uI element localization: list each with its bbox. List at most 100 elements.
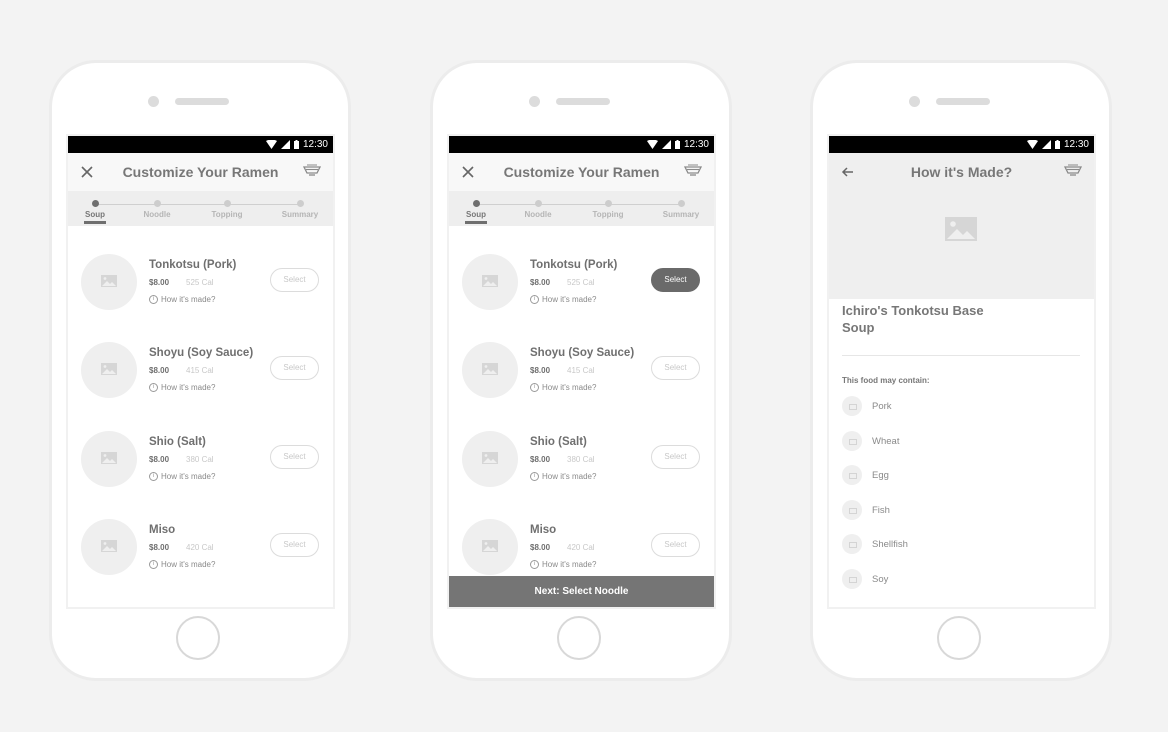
- soup-price: $8.00: [149, 278, 170, 287]
- image-placeholder-icon: [101, 540, 117, 552]
- speaker: [175, 98, 229, 105]
- ramen-bowl-icon[interactable]: [303, 164, 321, 178]
- home-button[interactable]: [557, 616, 601, 660]
- list-item: Shio (Salt) $8.00 380 Cal i How it's made…: [449, 431, 714, 491]
- status-bar: 12:30: [449, 136, 714, 153]
- soup-name: Tonkotsu (Pork): [149, 259, 237, 271]
- allergen-icon: [842, 500, 862, 520]
- ramen-bowl-icon[interactable]: [1064, 164, 1082, 178]
- soup-name: Miso: [530, 524, 557, 536]
- soup-image: [81, 342, 137, 398]
- list-item: Miso $8.00 420 Cal i How it's made? Selec…: [449, 519, 714, 579]
- app-bar: How it's Made?: [829, 153, 1094, 191]
- soup-name: Miso: [149, 524, 176, 536]
- soup-name: Shoyu (Soy Sauce): [149, 347, 254, 359]
- screen-customize-selected: 12:30 Customize Your Ramen Soup Noodle T…: [449, 136, 714, 607]
- how-its-made-link[interactable]: i How it's made?: [530, 472, 596, 481]
- select-button[interactable]: Select: [270, 268, 319, 292]
- camera: [909, 96, 920, 107]
- soup-price: $8.00: [530, 366, 551, 375]
- allergen-icon: [842, 396, 862, 416]
- how-its-made-link[interactable]: i How it's made?: [530, 560, 596, 569]
- soup-detail-title: Ichiro's Tonkotsu Base Soup: [842, 303, 984, 335]
- step-summary[interactable]: Summary: [270, 200, 330, 219]
- step-soup[interactable]: Soup: [449, 200, 506, 224]
- home-button[interactable]: [937, 616, 981, 660]
- status-time: 12:30: [683, 139, 709, 150]
- screen-how-its-made: 12:30 How it's Made? Ichiro's Tonkotsu B…: [829, 136, 1094, 607]
- select-button[interactable]: Select: [270, 445, 319, 469]
- soup-calories: 380 Cal: [186, 455, 214, 464]
- battery-icon: [674, 140, 680, 149]
- signal-icon: [661, 140, 671, 149]
- allergen-item: Egg: [842, 465, 889, 485]
- allergen-icon: [842, 431, 862, 451]
- soup-image: [81, 254, 137, 310]
- wifi-icon: [265, 140, 277, 149]
- select-button-selected[interactable]: Select: [651, 268, 700, 292]
- how-its-made-link[interactable]: i How it's made?: [530, 383, 596, 392]
- status-time: 12:30: [1063, 139, 1089, 150]
- soup-name: Shio (Salt): [530, 436, 587, 448]
- ramen-bowl-icon[interactable]: [684, 164, 702, 178]
- how-its-made-link[interactable]: i How it's made?: [149, 560, 215, 569]
- select-button[interactable]: Select: [651, 533, 700, 557]
- phone-frame-2: 12:30 Customize Your Ramen Soup Noodle T…: [433, 63, 729, 678]
- progress-stepper: Soup Noodle Topping Summary: [68, 191, 333, 226]
- step-topping[interactable]: Topping: [197, 200, 257, 219]
- soup-calories: 525 Cal: [567, 278, 595, 287]
- allergen-item: Fish: [842, 500, 890, 520]
- soup-price: $8.00: [149, 455, 170, 464]
- step-soup[interactable]: Soup: [68, 200, 125, 224]
- how-its-made-link[interactable]: i How it's made?: [149, 295, 215, 304]
- soup-image: [462, 254, 518, 310]
- allergen-item: Pork: [842, 396, 892, 416]
- soup-image: [462, 342, 518, 398]
- how-its-made-link[interactable]: i How it's made?: [149, 472, 215, 481]
- home-button[interactable]: [176, 616, 220, 660]
- soup-calories: 420 Cal: [567, 543, 595, 552]
- select-button[interactable]: Select: [651, 445, 700, 469]
- screen-customize: 12:30 Customize Your Ramen Soup Noodle T…: [68, 136, 333, 607]
- allergen-item: Shellfish: [842, 534, 908, 554]
- may-contain-label: This food may contain:: [842, 376, 930, 385]
- soup-name: Tonkotsu (Pork): [530, 259, 618, 271]
- select-button[interactable]: Select: [270, 533, 319, 557]
- soup-price: $8.00: [149, 366, 170, 375]
- speaker: [556, 98, 610, 105]
- page-title: How it's Made?: [910, 164, 1013, 180]
- soup-price: $8.00: [530, 455, 551, 464]
- next-select-noodle-button[interactable]: Next: Select Noodle: [449, 576, 714, 607]
- phone-frame-3: 12:30 How it's Made? Ichiro's Tonkotsu B…: [813, 63, 1109, 678]
- signal-icon: [280, 140, 290, 149]
- how-its-made-link[interactable]: i How it's made?: [530, 295, 596, 304]
- step-noodle[interactable]: Noodle: [127, 200, 187, 219]
- soup-price: $8.00: [530, 278, 551, 287]
- allergen-icon: [842, 465, 862, 485]
- battery-icon: [1054, 140, 1060, 149]
- info-icon: i: [530, 295, 539, 304]
- step-summary[interactable]: Summary: [651, 200, 711, 219]
- wifi-icon: [1026, 140, 1038, 149]
- step-topping[interactable]: Topping: [578, 200, 638, 219]
- info-icon: i: [530, 472, 539, 481]
- image-placeholder-icon: [101, 452, 117, 464]
- select-button[interactable]: Select: [651, 356, 700, 380]
- soup-name: Shoyu (Soy Sauce): [530, 347, 635, 359]
- step-noodle[interactable]: Noodle: [508, 200, 568, 219]
- soup-calories: 525 Cal: [186, 278, 214, 287]
- select-button[interactable]: Select: [270, 356, 319, 380]
- soup-image: [462, 519, 518, 575]
- soup-calories: 415 Cal: [567, 366, 595, 375]
- list-item: Shoyu (Soy Sauce) $8.00 415 Cal i How it'…: [68, 342, 333, 402]
- list-item: Miso $8.00 420 Cal i How it's made? Selec…: [68, 519, 333, 579]
- soup-image: [81, 519, 137, 575]
- app-bar: Customize Your Ramen: [449, 153, 714, 191]
- list-item: Tonkotsu (Pork) $8.00 525 Cal i How it's …: [449, 254, 714, 314]
- allergen-item: Soy: [842, 569, 888, 589]
- how-its-made-link[interactable]: i How it's made?: [149, 383, 215, 392]
- status-bar: 12:30: [68, 136, 333, 153]
- status-bar: 12:30: [829, 136, 1094, 153]
- soup-calories: 380 Cal: [567, 455, 595, 464]
- allergen-icon: [842, 569, 862, 589]
